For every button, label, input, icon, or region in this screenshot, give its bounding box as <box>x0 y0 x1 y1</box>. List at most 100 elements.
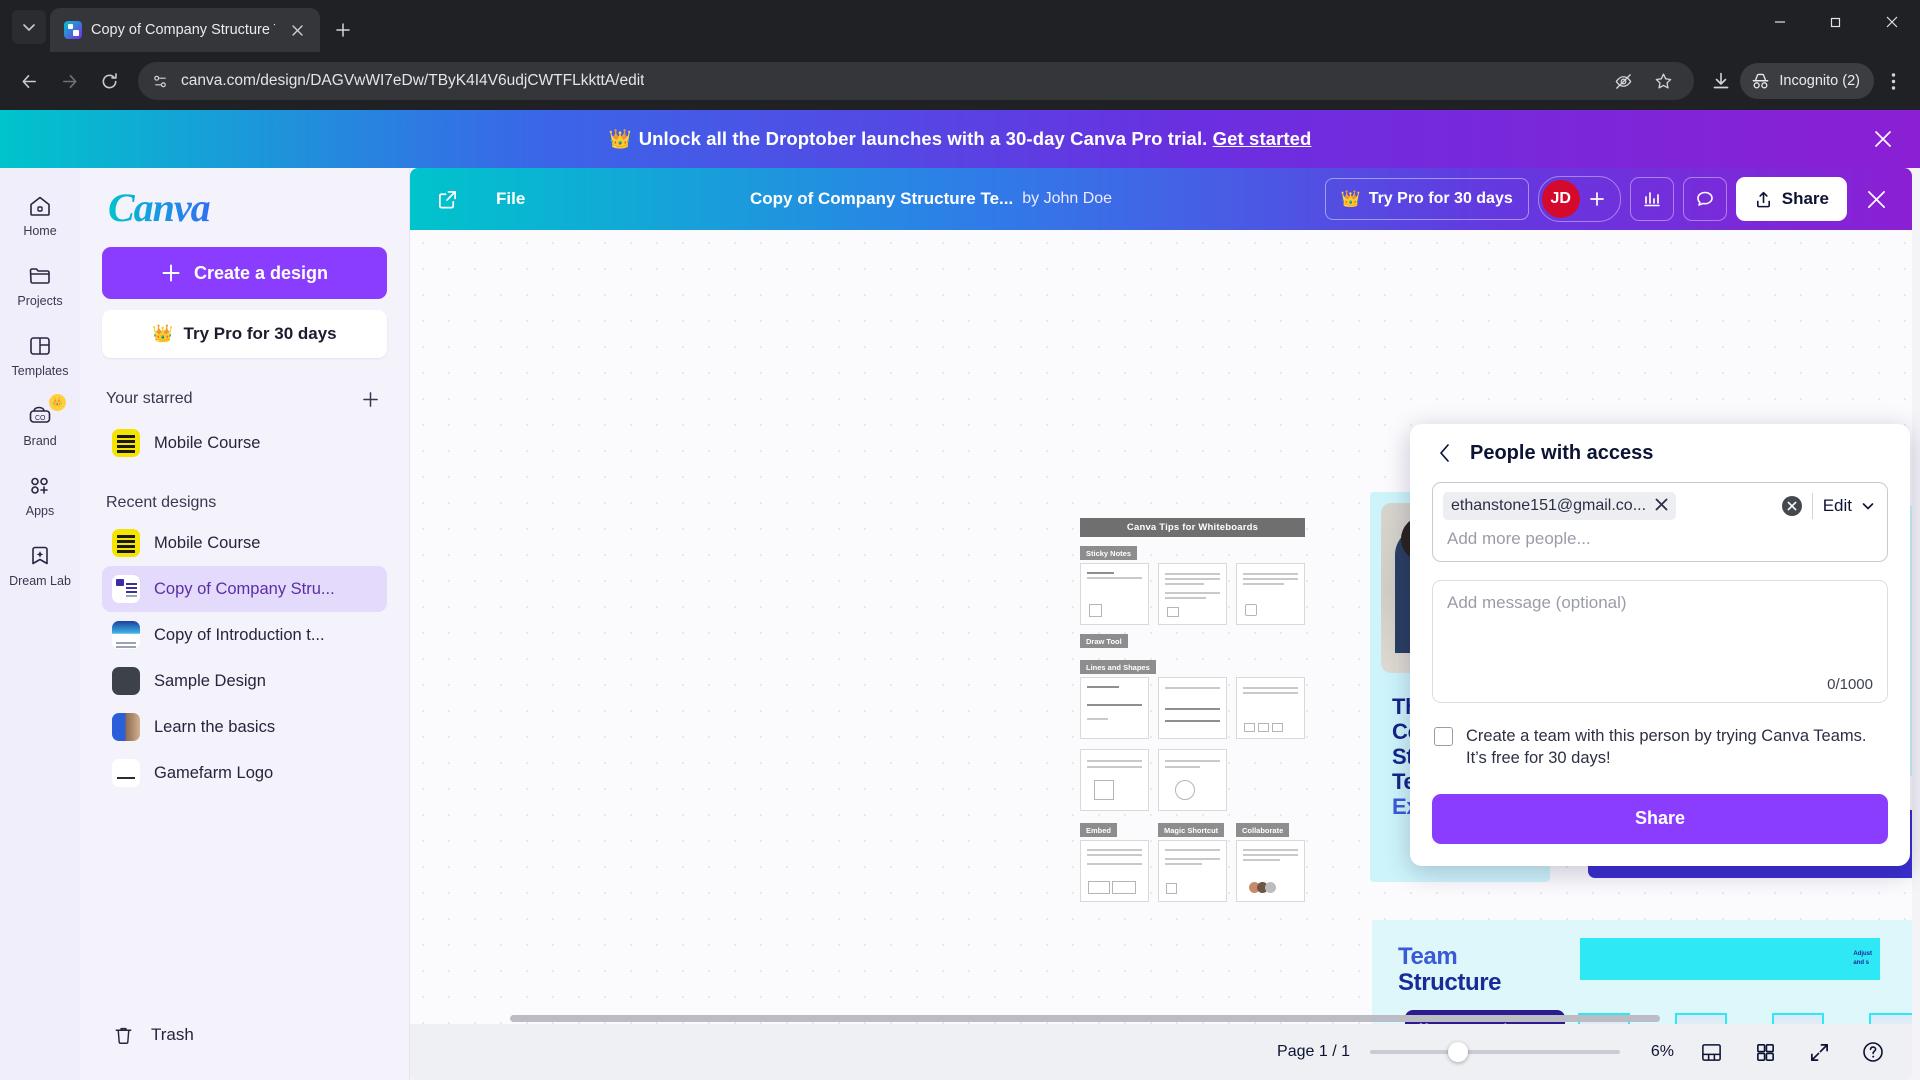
canva-logo[interactable]: Canva <box>108 184 387 231</box>
rail-item-apps[interactable]: Apps <box>4 462 76 524</box>
collaborators-group[interactable]: JD <box>1537 176 1621 222</box>
recent-item[interactable]: Gamefarm Logo <box>102 750 387 796</box>
tips-row <box>1080 749 1305 811</box>
forward-icon[interactable] <box>50 62 88 100</box>
comments-button[interactable] <box>1682 177 1727 221</box>
recent-item[interactable]: Learn the basics <box>102 704 387 750</box>
member-photo <box>1871 1015 1912 1024</box>
new-tab-button[interactable] <box>330 17 356 43</box>
help-icon[interactable] <box>1856 1035 1890 1069</box>
create-button-label: Create a design <box>193 262 329 283</box>
profile-incognito-button[interactable]: Incognito (2) <box>1740 63 1874 99</box>
clear-all-icon[interactable] <box>1781 496 1802 516</box>
chip-remove-icon[interactable] <box>1655 498 1668 515</box>
meet-heading: Meet your team! <box>1419 1023 1551 1024</box>
tips-card[interactable] <box>1158 840 1227 902</box>
team-member[interactable]: NameRole <box>1677 1015 1725 1024</box>
profile-label: Incognito (2) <box>1779 73 1860 89</box>
tab-close-icon[interactable] <box>284 17 310 43</box>
recent-title: Recent designs <box>106 494 217 511</box>
page-view-icon[interactable] <box>1694 1035 1728 1069</box>
recent-item[interactable]: Mobile Course <box>102 520 387 566</box>
star-icon[interactable] <box>1646 64 1680 98</box>
file-menu-button[interactable]: File <box>484 182 537 216</box>
create-a-design-button[interactable]: Create a design <box>102 247 387 299</box>
create-team-checkbox-row[interactable]: Create a team with this person by trying… <box>1432 725 1888 770</box>
rail-item-brand[interactable]: CO 👑 Brand <box>4 392 76 454</box>
reload-icon[interactable] <box>90 62 128 100</box>
tips-card[interactable] <box>1080 563 1149 625</box>
rail-item-templates[interactable]: Templates <box>4 322 76 384</box>
recent-item[interactable]: Sample Design <box>102 658 387 704</box>
back-icon[interactable] <box>1432 440 1458 466</box>
tips-card[interactable] <box>1158 563 1227 625</box>
tips-card[interactable] <box>1236 563 1305 625</box>
editor-close-icon[interactable] <box>1856 179 1896 219</box>
share-panel: People with access ethanstone151@gmail.c… <box>1410 424 1910 866</box>
create-team-checkbox[interactable] <box>1434 727 1453 746</box>
eye-slash-icon[interactable] <box>1606 64 1640 98</box>
sidebar-item-trash[interactable]: Trash <box>102 1008 387 1062</box>
email-chip[interactable]: ethanstone151@gmail.co... <box>1443 492 1677 520</box>
starred-item[interactable]: Mobile Course <box>102 420 387 466</box>
design-name: Copy of Introduction t... <box>154 625 325 644</box>
message-textarea[interactable]: Add message (optional) 0/1000 <box>1432 580 1888 703</box>
grid-view-icon[interactable] <box>1748 1035 1782 1069</box>
window-close-icon[interactable] <box>1864 0 1920 44</box>
address-bar[interactable]: canva.com/design/DAGVwWI7eDw/TByK4I4V6ud… <box>138 62 1695 100</box>
add-collaborator-icon[interactable] <box>1582 184 1612 214</box>
canva-favicon-icon <box>64 21 82 39</box>
insights-button[interactable] <box>1629 177 1674 221</box>
add-more-people-input[interactable]: Add more people... <box>1443 529 1877 549</box>
zoom-slider-knob[interactable] <box>1448 1042 1468 1062</box>
tab-search-button[interactable] <box>12 10 46 44</box>
people-input-box[interactable]: ethanstone151@gmail.co... Edit Add more … <box>1432 482 1888 562</box>
rail-item-projects[interactable]: Projects <box>4 252 76 314</box>
tips-card[interactable] <box>1236 840 1305 902</box>
canvas-tips-board[interactable]: Canva Tips for Whiteboards Sticky Notes … <box>1080 518 1305 902</box>
kebab-menu-icon[interactable] <box>1876 64 1910 98</box>
rail-item-dream-lab[interactable]: Dream Lab <box>4 532 76 594</box>
design-thumbnail <box>112 667 140 695</box>
team-member[interactable]: NameRole <box>1774 1015 1822 1024</box>
rail-label: Apps <box>25 504 55 518</box>
dream-lab-icon <box>25 541 55 571</box>
try-pro-editor-button[interactable]: 👑 Try Pro for 30 days <box>1324 178 1529 220</box>
rail-label: Templates <box>11 364 69 378</box>
share-button[interactable]: Share <box>1735 177 1847 221</box>
canvas-horizontal-scrollbar[interactable] <box>510 1015 1660 1022</box>
tips-card[interactable] <box>1080 677 1149 739</box>
back-icon[interactable] <box>10 62 48 100</box>
canvas-adjust-banner[interactable]: Adjust and s <box>1580 938 1880 980</box>
zoom-slider[interactable] <box>1370 1042 1620 1062</box>
minimize-icon[interactable] <box>1752 0 1808 44</box>
tips-card[interactable] <box>1158 749 1227 811</box>
tips-card[interactable] <box>1080 749 1149 811</box>
tips-card[interactable] <box>1158 677 1227 739</box>
browser-tab[interactable]: Copy of Company Structure Te <box>50 8 320 52</box>
tips-card[interactable] <box>1080 840 1149 902</box>
tips-card[interactable] <box>1236 677 1305 739</box>
fullscreen-icon[interactable] <box>1802 1035 1836 1069</box>
maximize-icon[interactable] <box>1808 0 1864 44</box>
design-thumbnail <box>112 621 140 649</box>
tips-label-sticky-notes: Sticky Notes <box>1080 546 1138 560</box>
recent-item[interactable]: Copy of Introduction t... <box>102 612 387 658</box>
main-area: Home Projects Templates CO 👑 Brand Apps … <box>0 168 1920 1080</box>
open-in-new-icon[interactable] <box>428 180 466 218</box>
promo-get-started-link[interactable]: Get started <box>1213 128 1312 149</box>
permission-dropdown[interactable]: Edit <box>1823 496 1877 516</box>
avatar[interactable]: JD <box>1541 180 1580 218</box>
team-member[interactable]: NameRole <box>1871 1015 1912 1024</box>
svg-text:CO: CO <box>35 415 46 422</box>
page-info-icon[interactable] <box>152 73 169 90</box>
try-pro-sidebar-button[interactable]: 👑 Try Pro for 30 days <box>102 310 387 358</box>
recent-item-active[interactable]: Copy of Company Stru... <box>102 566 387 612</box>
rail-item-home[interactable]: Home <box>4 182 76 244</box>
trash-label: Trash <box>151 1025 194 1044</box>
share-submit-button[interactable]: Share <box>1432 793 1888 844</box>
promo-close-icon[interactable] <box>1868 124 1898 154</box>
add-starred-icon[interactable] <box>357 386 383 412</box>
download-icon[interactable] <box>1704 64 1738 98</box>
document-title[interactable]: Copy of Company Structure Te... <box>750 189 1013 209</box>
